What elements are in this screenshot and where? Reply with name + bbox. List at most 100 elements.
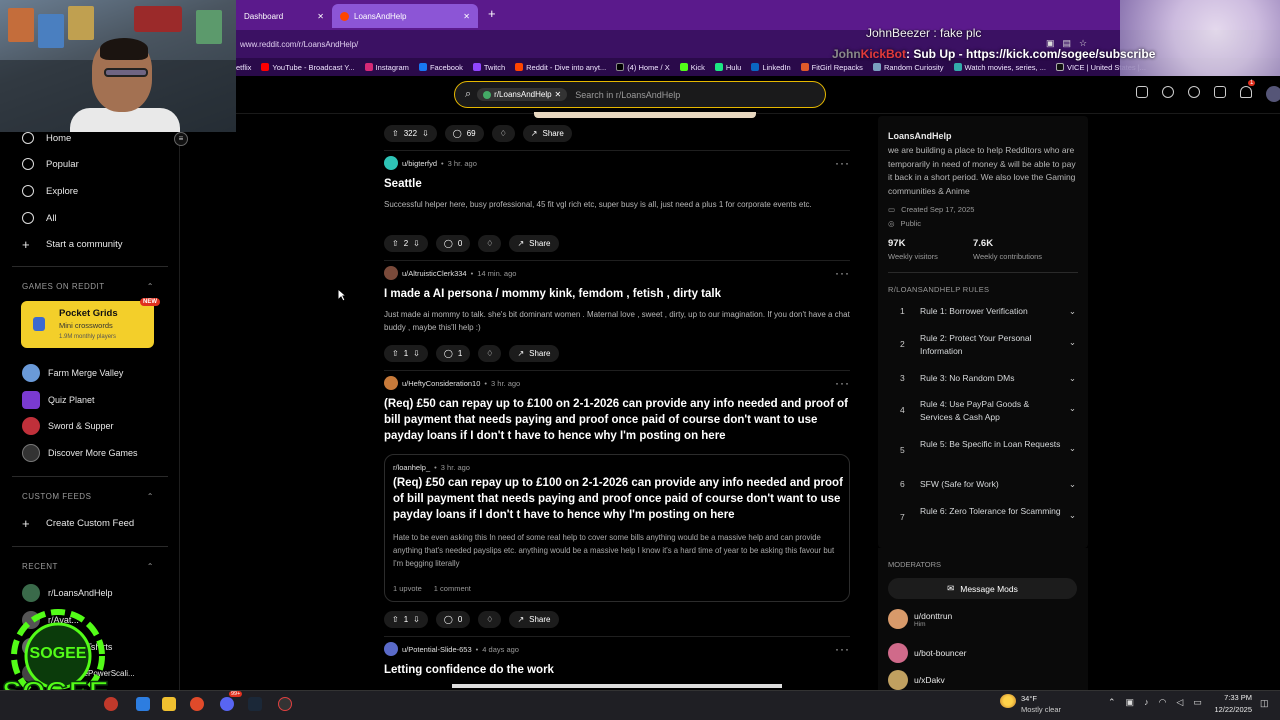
avatar[interactable] <box>1266 86 1280 102</box>
comments-button[interactable]: ◯ 0 <box>435 611 471 628</box>
moderator-item[interactable]: u/xDakv <box>888 670 945 690</box>
collapse-sidebar-button[interactable]: ≡ <box>174 132 188 146</box>
weather-temp[interactable]: 34°F <box>1021 694 1037 703</box>
vote-control[interactable]: ⇧ 2 ⇩ <box>384 235 428 252</box>
browser-icon[interactable] <box>190 697 204 711</box>
bookmark-item[interactable]: Random Curiosity <box>872 63 944 72</box>
wifi-icon[interactable]: ◠ <box>1159 697 1167 708</box>
search-input[interactable]: Search in r/LoansAndHelp <box>575 90 680 100</box>
award-button[interactable]: ♢ <box>491 125 515 142</box>
bookmark-item[interactable]: FitGirl Repacks <box>800 63 863 72</box>
close-icon[interactable]: ✕ <box>317 12 324 21</box>
rule-item[interactable]: 2 Rule 2: Protect Your Personal Informati… <box>900 332 1076 358</box>
recent-header[interactable]: RECENT ⌃ <box>22 562 154 571</box>
game-quiz-planet[interactable]: Quiz Planet <box>22 389 95 411</box>
post-title[interactable]: I made a AI persona / mommy kink, femdom… <box>384 286 850 302</box>
nav-home[interactable]: Home <box>22 127 71 149</box>
bookmark-item[interactable]: YouTube - Broadcast Y... <box>261 63 355 72</box>
bookmark-item[interactable]: Facebook <box>418 63 463 72</box>
new-tab-button[interactable]: + <box>488 6 496 21</box>
search-bar[interactable]: ⌕ r/LoansAndHelp ✕ Search in r/LoansAndH… <box>454 81 826 108</box>
chat-icon[interactable] <box>1162 86 1174 98</box>
close-icon[interactable]: ✕ <box>555 90 562 99</box>
steam-icon[interactable] <box>248 697 262 711</box>
bookmark-item[interactable]: Instagram <box>364 63 409 72</box>
share-button[interactable]: ↗ Share <box>509 611 559 628</box>
share-button[interactable]: ↗ Share <box>522 125 572 142</box>
mic-icon[interactable]: ♪ <box>1144 697 1149 708</box>
obs-icon[interactable] <box>278 697 292 711</box>
game-sword-supper[interactable]: Sword & Supper <box>22 415 114 437</box>
moderator-item[interactable]: u/bot-bouncer <box>888 643 966 663</box>
more-options-icon[interactable]: ··· <box>835 156 850 170</box>
rule-item[interactable]: 7 Rule 6: Zero Tolerance for Scamming ⌄ <box>900 505 1076 524</box>
rule-item[interactable]: 5 Rule 5: Be Specific in Loan Requests ⌄ <box>900 438 1076 457</box>
comments-button[interactable]: ◯ 69 <box>444 125 484 142</box>
chat-bubble-icon[interactable] <box>1188 86 1200 98</box>
more-options-icon[interactable]: ··· <box>835 376 850 390</box>
award-button[interactable]: ♢ <box>478 611 502 628</box>
notifications-icon[interactable]: ◫ <box>1260 698 1269 709</box>
nav-explore[interactable]: Explore <box>22 180 78 202</box>
discover-more-games[interactable]: Discover More Games <box>22 442 138 464</box>
volume-icon[interactable]: ◁ <box>1176 697 1183 708</box>
crosspost-subreddit[interactable]: r/loanhelp_ <box>393 463 430 472</box>
custom-feeds-header[interactable]: CUSTOM FEEDS ⌃ <box>22 492 154 501</box>
post-author[interactable]: u/HeftyConsideration10 <box>402 379 480 388</box>
bell-icon[interactable]: 1 <box>1240 80 1256 98</box>
post-card[interactable]: u/bigterfyd • 3 hr. ago ··· Seattle Success… <box>384 156 850 211</box>
more-options-icon[interactable]: ··· <box>835 266 850 280</box>
tab-loansandhelp[interactable]: LoansAndHelp ✕ <box>332 4 478 28</box>
share-button[interactable]: ↗ Share <box>509 235 559 252</box>
battery-icon[interactable]: ▭ <box>1193 697 1202 708</box>
clock-time[interactable]: 7:33 PM <box>1220 693 1252 702</box>
rule-item[interactable]: 1 Rule 1: Borrower Verification ⌄ <box>900 305 1076 318</box>
bookmark-item[interactable]: LinkedIn <box>751 63 791 72</box>
advertise-icon[interactable] <box>1136 86 1148 98</box>
recent-item[interactable]: r/LoansAndHelp <box>22 582 113 604</box>
bookmark-item[interactable]: Watch movies, series, ... <box>953 63 1046 72</box>
vote-control[interactable]: ⇧ 322 ⇩ <box>384 125 437 142</box>
bookmark-item[interactable]: Kick <box>679 63 705 72</box>
share-button[interactable]: ↗ Share <box>509 345 559 362</box>
post-author[interactable]: u/bigterfyd <box>402 159 437 168</box>
award-button[interactable]: ♢ <box>478 235 502 252</box>
post-author[interactable]: u/Potential-Slide-653 <box>402 645 472 654</box>
post-card[interactable]: u/Potential-Slide-653 • 4 days ago ··· Lett… <box>384 642 850 678</box>
crosspost-card[interactable]: r/loanhelp_ • 3 hr. ago (Req) £50 can repa… <box>384 454 850 602</box>
game-farm-merge-valley[interactable]: Farm Merge Valley <box>22 362 123 384</box>
post-author[interactable]: u/AltruisticClerk334 <box>402 269 467 278</box>
post-title[interactable]: (Req) £50 can repay up to £100 on 2-1-20… <box>384 396 850 444</box>
games-section-header[interactable]: GAMES ON REDDIT ⌃ <box>22 282 154 291</box>
bookmark-item[interactable]: Hulu <box>714 63 741 72</box>
more-options-icon[interactable]: ··· <box>835 642 850 656</box>
comments-button[interactable]: ◯ 1 <box>435 345 471 362</box>
tab-dashboard[interactable]: Dashboard ✕ <box>236 4 332 28</box>
nav-start-community[interactable]: + Start a community <box>22 233 123 255</box>
chevron-up-icon[interactable]: ⌃ <box>1108 697 1116 708</box>
crosspost-title[interactable]: (Req) £50 can repay up to £100 on 2-1-20… <box>393 475 843 523</box>
rule-item[interactable]: 3 Rule 3: No Random DMs ⌄ <box>900 372 1076 385</box>
comments-button[interactable]: ◯ 0 <box>435 235 471 252</box>
bookmark-item[interactable]: Reddit - Dive into anyt... <box>515 63 606 72</box>
award-button[interactable]: ♢ <box>478 345 502 362</box>
subreddit-chip[interactable]: r/LoansAndHelp ✕ <box>477 88 568 101</box>
folder-icon[interactable] <box>162 697 176 711</box>
bookmark-item[interactable]: (4) Home / X <box>616 63 670 72</box>
vote-control[interactable]: ⇧ 1 ⇩ <box>384 345 428 362</box>
nav-all[interactable]: All <box>22 207 57 229</box>
post-title[interactable]: Letting confidence do the work <box>384 662 850 678</box>
network-icon[interactable]: ▣ <box>1126 697 1135 708</box>
close-icon[interactable]: ✕ <box>463 12 470 21</box>
bookmark-item[interactable]: etflix <box>236 63 251 72</box>
url-field[interactable]: www.reddit.com/r/LoansAndHelp/ <box>236 35 856 53</box>
vote-control[interactable]: ⇧ 1 ⇩ <box>384 611 428 628</box>
rule-item[interactable]: 6 SFW (Safe for Work) ⌄ <box>900 478 1076 491</box>
create-custom-feed[interactable]: + Create Custom Feed <box>22 512 134 534</box>
discord-icon[interactable] <box>220 697 234 711</box>
post-title[interactable]: Seattle <box>384 176 850 192</box>
moderator-item[interactable]: u/donttrun Him <box>888 609 952 629</box>
bookmark-item[interactable]: Twitch <box>472 63 505 72</box>
post-card[interactable]: u/HeftyConsideration10 • 3 hr. ago ··· (Req… <box>384 376 850 444</box>
create-post-icon[interactable] <box>1214 86 1226 98</box>
